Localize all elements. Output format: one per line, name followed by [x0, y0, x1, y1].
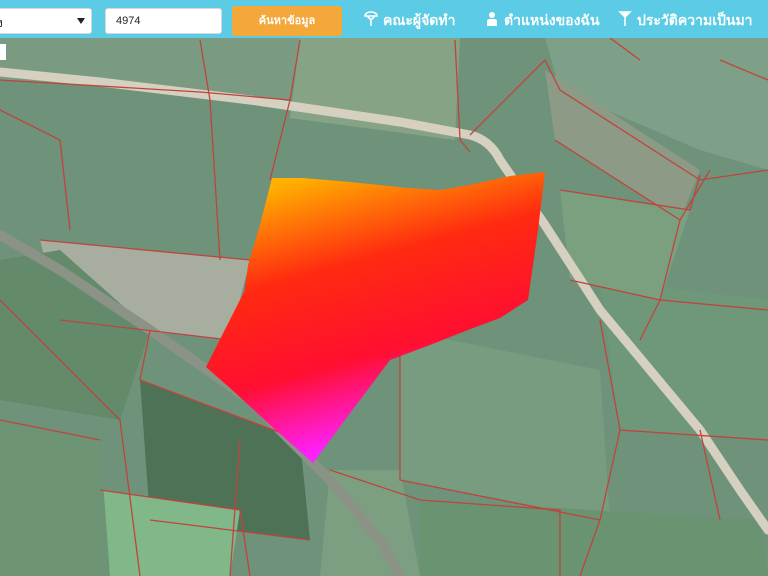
district-select-value: ง	[0, 14, 3, 33]
chevron-down-icon	[77, 18, 85, 24]
nav-team-label: คณะผู้จัดทำ	[383, 13, 456, 29]
person-icon	[487, 12, 497, 26]
pin-icon	[618, 11, 632, 26]
nav-team[interactable]: คณะผู้จัดทำ	[364, 10, 455, 32]
district-select[interactable]: ง	[0, 8, 92, 34]
nav-history[interactable]: ประวัติความเป็นมา	[618, 10, 753, 32]
nav-history-label: ประวัติความเป็นมา	[637, 13, 753, 29]
search-button[interactable]: ค้นหาข้อมูล	[232, 6, 342, 36]
map-control-stub[interactable]	[0, 44, 6, 60]
satellite-map[interactable]	[0, 38, 768, 576]
nav-my-location-label: ตำแหน่งของฉัน	[504, 13, 600, 29]
top-toolbar: ง 4974 ค้นหาข้อมูล คณะผู้จัดทำ ตำแหน่งขอ…	[0, 0, 768, 38]
parcel-number-input[interactable]: 4974	[105, 8, 222, 34]
nav-my-location[interactable]: ตำแหน่งของฉัน	[485, 10, 600, 32]
pin-icon	[364, 11, 378, 26]
